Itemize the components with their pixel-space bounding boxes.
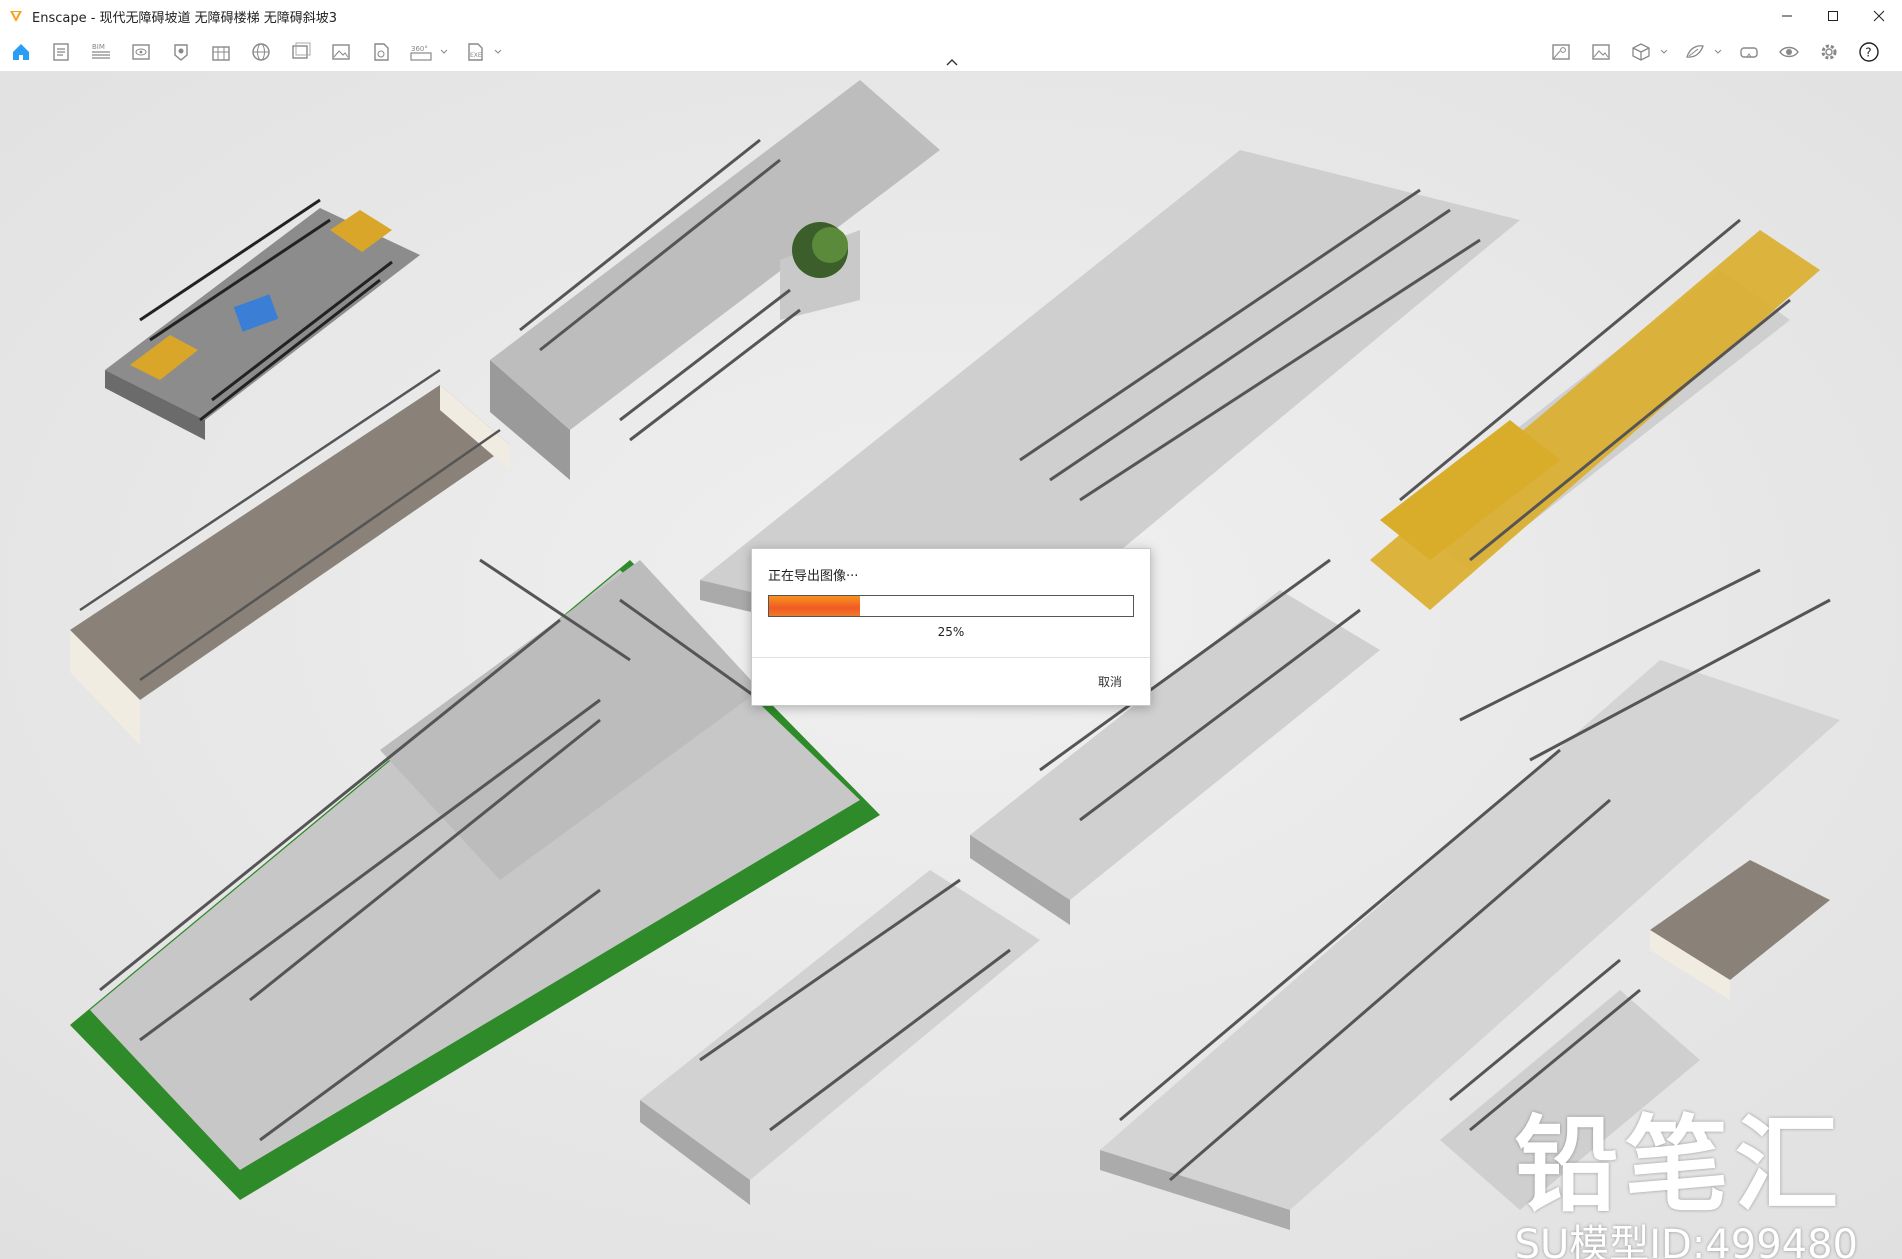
chevron-down-icon (494, 49, 502, 54)
batch-render-button[interactable] (286, 37, 316, 67)
svg-text:BIM: BIM (92, 43, 105, 51)
material-button[interactable] (1680, 37, 1710, 67)
cube-button[interactable] (1626, 37, 1656, 67)
panorama-button[interactable]: 360° (406, 37, 436, 67)
eye-icon (1779, 46, 1799, 58)
exe-export-icon: EXE (468, 43, 483, 61)
export-button[interactable] (366, 37, 396, 67)
minimize-button[interactable] (1764, 0, 1810, 32)
exe-export-dropdown[interactable] (492, 37, 504, 67)
building-icon (212, 46, 230, 61)
image-gallery-icon (1592, 44, 1610, 60)
brand-name: 铅笔汇 (1514, 1104, 1845, 1226)
maximize-icon (1828, 11, 1838, 21)
chevron-down-icon (440, 49, 448, 54)
close-button[interactable] (1856, 0, 1902, 32)
cube-dropdown[interactable] (1658, 37, 1670, 67)
settings-button[interactable] (1814, 37, 1844, 67)
svg-text:?: ? (1865, 46, 1871, 60)
visibility-button[interactable] (1774, 37, 1804, 67)
dialog-title: 正在导出图像··· (768, 569, 859, 584)
image-gallery-button[interactable] (1586, 37, 1616, 67)
view-button[interactable] (126, 37, 156, 67)
chevron-down-icon (1714, 49, 1722, 54)
minimize-icon (1782, 15, 1792, 17)
exe-export-button[interactable]: EXE (460, 37, 490, 67)
home-button[interactable] (6, 37, 36, 67)
globe-button[interactable] (246, 37, 276, 67)
document-button[interactable] (46, 37, 76, 67)
svg-text:EXE: EXE (470, 52, 482, 59)
material-dropdown[interactable] (1712, 37, 1724, 67)
collapse-toolbar-button[interactable] (940, 52, 964, 72)
view-icon (132, 44, 150, 60)
svg-text:360°: 360° (411, 45, 428, 53)
window-title: Enscape - 现代无障碍坡道 无障碍楼梯 无障碍斜坡3 (32, 10, 338, 26)
cancel-button[interactable]: 取消 (1098, 673, 1122, 690)
enscape-logo-icon (10, 11, 22, 22)
bim-button[interactable]: BIM (86, 37, 116, 67)
bim-icon: BIM (92, 43, 110, 59)
asset-button[interactable] (166, 37, 196, 67)
maximize-button[interactable] (1810, 0, 1856, 32)
screenshot-button[interactable] (326, 37, 356, 67)
asset-icon (174, 44, 188, 61)
chevron-down-icon (1660, 49, 1668, 54)
panorama-360-icon: 360° (410, 45, 432, 61)
screenshot-icon (332, 44, 350, 60)
window-controls (1764, 0, 1902, 32)
building-button[interactable] (206, 37, 236, 67)
map-button[interactable] (1546, 37, 1576, 67)
title-bar: Enscape - 现代无障碍坡道 无障碍楼梯 无障碍斜坡3 (0, 0, 1902, 32)
export-icon (374, 43, 389, 61)
help-button[interactable]: ? (1854, 37, 1884, 67)
settings-icon (1821, 44, 1837, 60)
brand-watermark: 铅笔汇 SU模型ID:499480 (1515, 1110, 1858, 1259)
material-icon (1686, 45, 1704, 58)
home-icon (13, 44, 29, 60)
vr-button[interactable] (1734, 37, 1764, 67)
document-icon (53, 43, 69, 61)
model-id: SU模型ID:499480 (1514, 1222, 1858, 1259)
dialog-divider (752, 657, 1150, 658)
toolbar-left-group: BIM 360° EXE (6, 32, 514, 72)
progress-bar-fill (769, 596, 860, 616)
chevron-up-icon (946, 59, 958, 66)
close-icon (1873, 10, 1885, 22)
export-progress-dialog: 正在导出图像··· 25% 取消 (751, 548, 1151, 706)
map-icon (1552, 44, 1570, 60)
panorama-dropdown[interactable] (438, 37, 450, 67)
vr-headset-icon (1740, 47, 1758, 58)
progress-bar (768, 595, 1134, 617)
globe-icon (252, 43, 270, 61)
cube-icon (1632, 43, 1650, 61)
batch-render-icon (292, 42, 311, 59)
help-icon: ? (1859, 42, 1879, 62)
progress-percent: 25% (937, 625, 965, 639)
toolbar-right-group: ? (1546, 32, 1894, 72)
